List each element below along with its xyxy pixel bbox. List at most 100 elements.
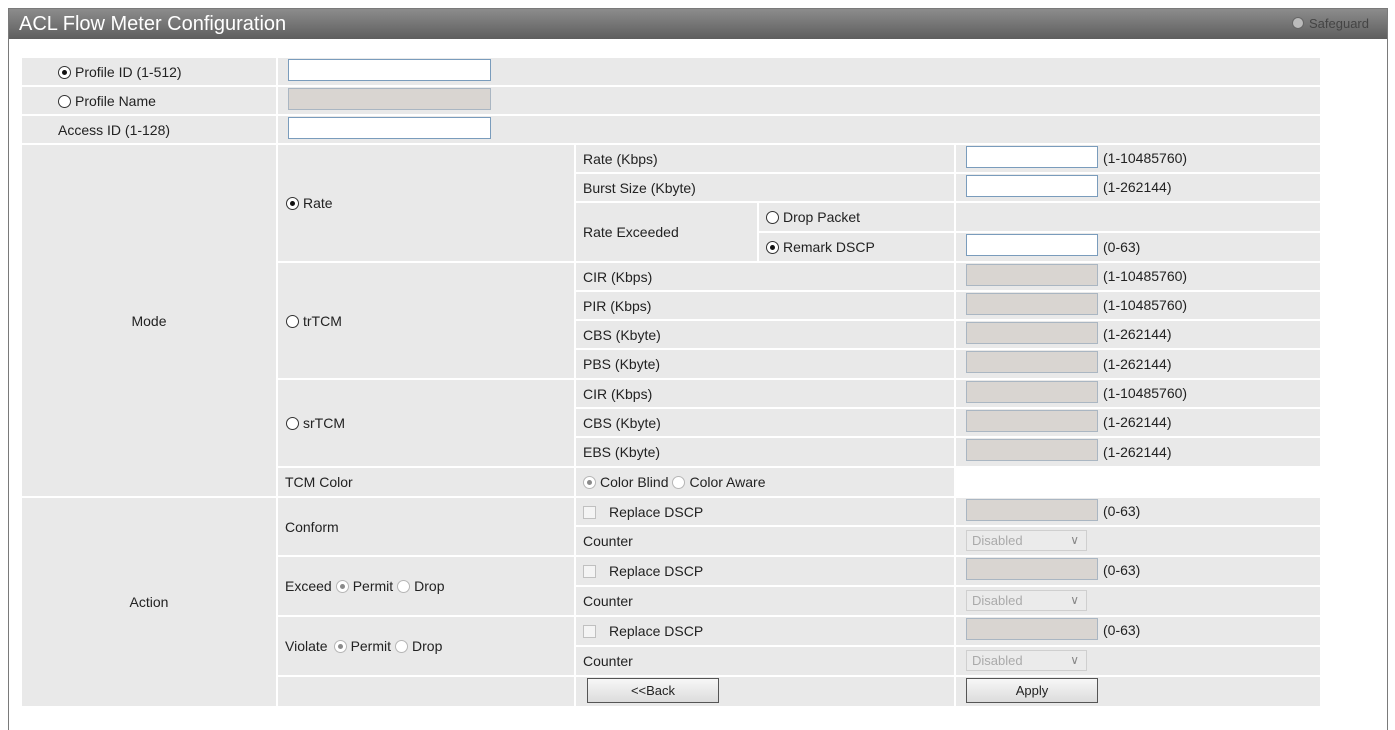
chevron-down-icon: ∨ — [1070, 533, 1079, 547]
violate-counter-label-cell: Counter — [575, 646, 955, 676]
rate-label: Rate — [303, 195, 333, 211]
color-aware-radio[interactable] — [672, 476, 686, 489]
burst-size-label-cell: Burst Size (Kbyte) — [575, 173, 955, 202]
remark-dscp-option[interactable]: Remark DSCP — [766, 239, 875, 255]
exceed-label: Exceed — [285, 578, 332, 594]
conform-counter-label: Counter — [583, 533, 633, 549]
violate-drop-radio[interactable] — [395, 640, 409, 653]
exceed-replace-dscp-cell: Replace DSCP — [575, 556, 955, 586]
trtcm-cbs-label-cell: CBS (Kbyte) — [575, 320, 955, 349]
profile-id-input[interactable] — [288, 59, 491, 81]
conform-replace-dscp-option[interactable]: Replace DSCP — [583, 504, 703, 520]
remark-dscp-radio[interactable] — [766, 241, 779, 254]
srtcm-cir-input[interactable] — [966, 381, 1098, 403]
trtcm-cbs-input[interactable] — [966, 322, 1098, 344]
action-label: Action — [129, 594, 169, 610]
tcm-color-label-cell: TCM Color — [277, 467, 575, 497]
srtcm-cbs-input[interactable] — [966, 410, 1098, 432]
exceed-drop-radio[interactable] — [397, 580, 411, 593]
conform-dscp-input[interactable] — [966, 499, 1098, 521]
title-bar: ACL Flow Meter Configuration Safeguard — [9, 9, 1387, 39]
exceed-drop-option[interactable]: Drop — [397, 578, 445, 594]
profile-id-option[interactable]: Profile ID (1-512) — [58, 64, 182, 80]
safeguard-indicator[interactable]: Safeguard — [1292, 17, 1369, 31]
chevron-down-icon: ∨ — [1070, 593, 1079, 607]
trtcm-cir-input[interactable] — [966, 264, 1098, 286]
remark-dscp-label: Remark DSCP — [783, 239, 875, 255]
conform-replace-dscp-checkbox[interactable] — [583, 505, 596, 519]
exceed-replace-dscp-checkbox[interactable] — [583, 565, 596, 578]
burst-size-input[interactable] — [966, 175, 1098, 197]
trtcm-cir-label-cell: CIR (Kbps) — [575, 262, 955, 291]
trtcm-label: trTCM — [303, 312, 342, 329]
profile-name-input[interactable] — [288, 88, 491, 110]
srtcm-ebs-label: EBS (Kbyte) — [583, 444, 661, 460]
color-blind-radio[interactable] — [583, 476, 596, 489]
rate-exceeded-label: Rate Exceeded — [583, 224, 679, 240]
srtcm-ebs-input[interactable] — [966, 439, 1098, 461]
violate-replace-dscp-option[interactable]: Replace DSCP — [583, 623, 703, 639]
violate-dscp-input[interactable] — [966, 618, 1098, 640]
conform-dscp-range: (0-63) — [1103, 503, 1141, 519]
exceed-permit-label: Permit — [352, 578, 394, 594]
violate-permit-option[interactable]: Permit — [333, 638, 392, 654]
page-title: ACL Flow Meter Configuration — [19, 13, 287, 35]
trtcm-pir-input[interactable] — [966, 293, 1098, 315]
exceed-counter-select[interactable]: Disabled ∨ — [966, 590, 1087, 611]
trtcm-radio[interactable] — [286, 314, 299, 328]
remark-dscp-range: (0-63) — [1103, 239, 1141, 255]
profile-id-radio[interactable] — [58, 65, 71, 79]
config-grid: Profile ID (1-512) Profile Name Access I… — [21, 57, 1321, 707]
violate-label: Violate — [285, 638, 328, 654]
violate-permit-radio[interactable] — [333, 640, 347, 653]
srtcm-cbs-range: (1-262144) — [1103, 414, 1172, 430]
access-id-input[interactable] — [288, 117, 491, 139]
exceed-permit-option[interactable]: Permit — [335, 578, 394, 594]
tcm-color-label: TCM Color — [285, 474, 353, 490]
access-id-label: Access ID (1-128) — [58, 121, 171, 138]
violate-drop-option[interactable]: Drop — [395, 638, 442, 654]
srtcm-option[interactable]: srTCM — [286, 415, 345, 431]
drop-packet-label: Drop Packet — [783, 209, 861, 225]
tcm-color-options-cell: Color Blind Color Aware — [575, 467, 955, 497]
conform-replace-dscp-label: Replace DSCP — [609, 503, 704, 520]
trtcm-pbs-label: PBS (Kbyte) — [583, 356, 661, 372]
exceed-replace-dscp-option[interactable]: Replace DSCP — [583, 563, 703, 579]
access-id-label-cell: Access ID (1-128) — [21, 115, 277, 144]
srtcm-radio[interactable] — [286, 417, 299, 430]
profile-name-label-cell: Profile Name — [21, 86, 277, 115]
drop-packet-option[interactable]: Drop Packet — [766, 209, 860, 225]
violate-permit-label: Permit — [350, 638, 392, 654]
exceed-counter-label-cell: Counter — [575, 586, 955, 616]
profile-name-radio[interactable] — [58, 94, 71, 108]
conform-label: Conform — [285, 518, 339, 535]
srtcm-cbs-label-cell: CBS (Kbyte) — [575, 408, 955, 437]
violate-replace-dscp-label: Replace DSCP — [609, 623, 704, 639]
remark-dscp-input[interactable] — [966, 234, 1098, 256]
drop-packet-radio[interactable] — [766, 211, 779, 224]
violate-counter-select[interactable]: Disabled ∨ — [966, 650, 1087, 671]
conform-counter-select[interactable]: Disabled ∨ — [966, 530, 1087, 551]
trtcm-pbs-input[interactable] — [966, 351, 1098, 373]
exceed-dscp-input[interactable] — [966, 558, 1098, 580]
exceed-permit-radio[interactable] — [335, 580, 349, 593]
apply-button[interactable]: Apply — [966, 678, 1098, 703]
trtcm-pir-label: PIR (Kbps) — [583, 297, 652, 314]
rate-radio[interactable] — [286, 197, 299, 210]
back-button[interactable]: <<Back — [587, 678, 719, 703]
exceed-dscp-range: (0-63) — [1103, 562, 1141, 578]
color-aware-option[interactable]: Color Aware — [672, 474, 766, 490]
color-blind-option[interactable]: Color Blind — [583, 474, 668, 490]
exceed-drop-label: Drop — [414, 578, 445, 594]
action-label-cell: Action — [21, 497, 277, 707]
srtcm-cbs-label: CBS (Kbyte) — [583, 414, 661, 431]
profile-name-option[interactable]: Profile Name — [58, 93, 156, 109]
burst-size-range: (1-262144) — [1103, 179, 1172, 195]
safeguard-label: Safeguard — [1309, 16, 1369, 31]
conform-counter-label-cell: Counter — [575, 526, 955, 556]
violate-replace-dscp-checkbox[interactable] — [583, 625, 596, 638]
violate-label-cell: Violate Permit Drop — [277, 616, 575, 676]
rate-option[interactable]: Rate — [286, 195, 333, 211]
trtcm-option[interactable]: trTCM — [286, 313, 342, 329]
rate-kbps-input[interactable] — [966, 146, 1098, 168]
